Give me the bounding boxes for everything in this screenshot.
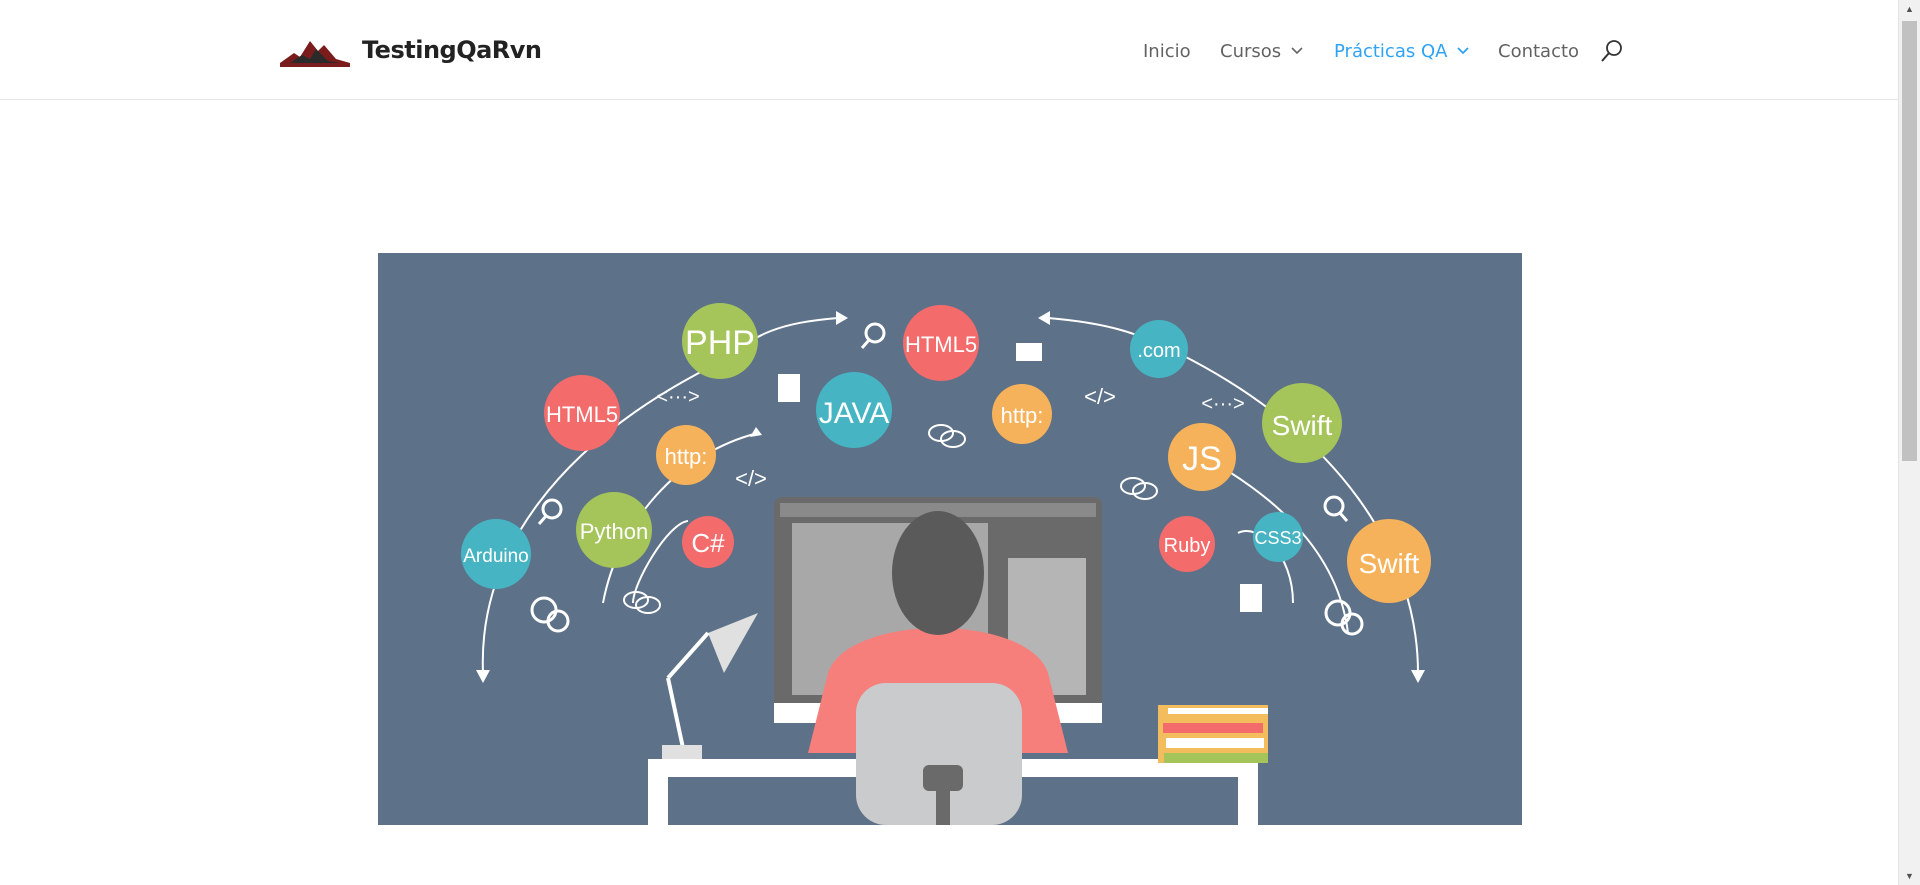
svg-text:HTML5: HTML5 xyxy=(905,332,977,357)
bubble-http-left: http: xyxy=(656,425,716,485)
bubble-swift-right: Swift xyxy=(1347,519,1431,603)
site-logo[interactable]: TestingQaRvn xyxy=(280,30,542,70)
bubble-css3: CSS3 xyxy=(1253,512,1303,562)
mountain-logo-icon xyxy=(280,41,350,67)
bubble-html5-top: HTML5 xyxy=(903,305,979,381)
magnifier-icon xyxy=(1323,495,1345,517)
bubble-csharp: C# xyxy=(682,516,734,568)
bubble-ruby: Ruby xyxy=(1159,516,1215,572)
document-icon xyxy=(778,374,800,402)
bubble-html5-left: HTML5 xyxy=(544,375,620,451)
scroll-down-arrow-icon[interactable]: ▼ xyxy=(1899,867,1920,885)
code-tag-1: <···> xyxy=(656,386,699,408)
nav-contacto[interactable]: Contacto xyxy=(1498,36,1579,66)
svg-text:HTML5: HTML5 xyxy=(546,402,618,427)
svg-text:http:: http: xyxy=(1001,403,1044,428)
bubble-dotcom: .com xyxy=(1130,320,1188,378)
hero-illustration: PHP HTML5 .com HTML5 JAVA http: Swift ht… xyxy=(378,253,1522,825)
bubble-arduino: Arduino xyxy=(461,519,531,589)
svg-text:Ruby: Ruby xyxy=(1164,535,1211,557)
search-icon[interactable] xyxy=(1600,38,1624,64)
chevron-down-icon xyxy=(1457,47,1470,55)
programming-illustration: PHP HTML5 .com HTML5 JAVA http: Swift ht… xyxy=(461,303,1431,825)
site-header: TestingQaRvn Inicio Cursos Prácticas QA … xyxy=(0,0,1899,100)
bubble-swift-top: Swift xyxy=(1262,383,1342,463)
magnifier-icon xyxy=(864,322,886,344)
gear-icon xyxy=(530,596,558,624)
chevron-down-icon xyxy=(1291,47,1303,55)
magnifier-icon xyxy=(537,515,548,525)
scroll-up-arrow-icon[interactable]: ▲ xyxy=(1899,0,1920,18)
magnifier-icon xyxy=(541,498,563,520)
nav-label: Inicio xyxy=(1143,40,1191,62)
svg-text:.com: .com xyxy=(1137,340,1180,362)
scroll-thumb[interactable] xyxy=(1902,21,1917,461)
code-tag-4: <···> xyxy=(1201,393,1244,415)
nav-practicas-qa[interactable]: Prácticas QA xyxy=(1334,36,1470,66)
svg-text:Arduino: Arduino xyxy=(463,546,529,567)
bubble-php: PHP xyxy=(682,303,758,379)
magnifier-icon xyxy=(1338,512,1349,522)
svg-text:PHP: PHP xyxy=(685,324,755,362)
svg-text:http:: http: xyxy=(665,444,708,469)
logo-text: TestingQaRvn xyxy=(362,36,542,64)
code-tag-3: </> xyxy=(1084,384,1116,409)
document-icon xyxy=(1240,584,1262,612)
svg-text:C#: C# xyxy=(691,528,725,558)
nav-label: Contacto xyxy=(1498,40,1580,62)
nav-label: Prácticas QA xyxy=(1334,40,1448,62)
magnifier-icon xyxy=(860,339,871,349)
code-tag-2: </> xyxy=(735,466,767,491)
gear-icon xyxy=(1324,599,1352,627)
nav-cursos[interactable]: Cursos xyxy=(1220,36,1303,66)
bubble-http-center: http: xyxy=(992,384,1052,444)
nav-inicio[interactable]: Inicio xyxy=(1143,36,1191,66)
folder-icon xyxy=(1016,343,1042,361)
svg-text:Swift: Swift xyxy=(1359,548,1420,579)
svg-text:JS: JS xyxy=(1182,440,1222,478)
svg-text:Python: Python xyxy=(580,519,649,544)
page-scrollbar[interactable]: ▲ ▼ xyxy=(1898,0,1920,885)
bubble-python: Python xyxy=(576,492,652,568)
bubble-java: JAVA xyxy=(816,372,892,448)
nav-label: Cursos xyxy=(1220,40,1282,62)
svg-text:Swift: Swift xyxy=(1272,410,1333,441)
bubble-js: JS xyxy=(1168,423,1236,491)
svg-text:JAVA: JAVA xyxy=(819,397,890,430)
svg-text:CSS3: CSS3 xyxy=(1254,528,1301,548)
